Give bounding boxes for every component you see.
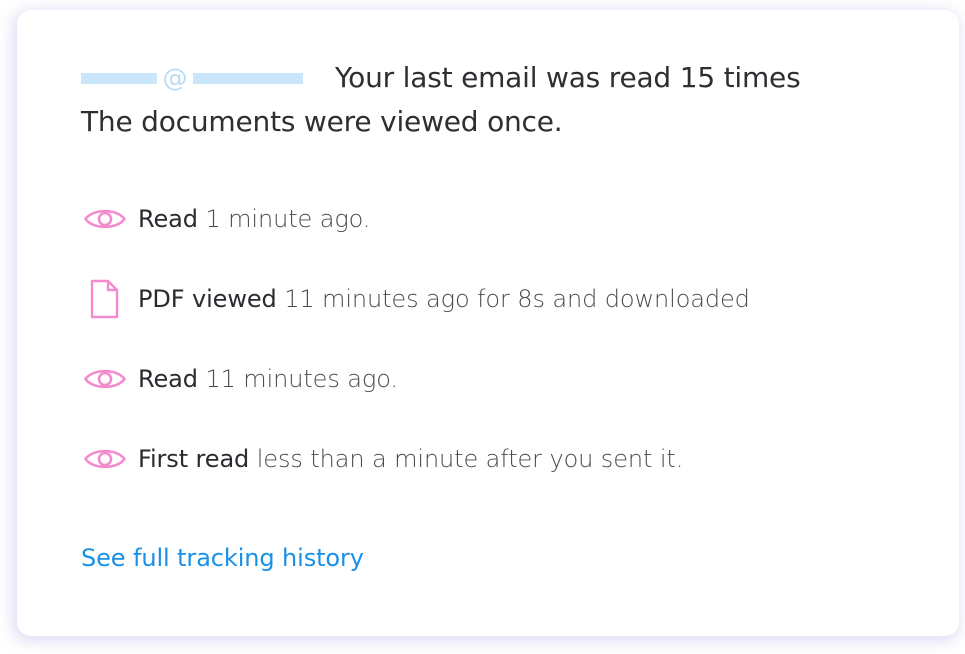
event-verb: Read bbox=[138, 365, 198, 393]
read-count-headline: Your last email was read 15 times bbox=[335, 61, 801, 94]
tracking-events-list: Read 1 minute ago. PDF viewed 11 minutes… bbox=[83, 199, 750, 519]
recipient-address-placeholder: @ bbox=[81, 63, 303, 92]
tracking-card: @ Your last email was read 15 times The … bbox=[17, 10, 959, 636]
event-verb: First read bbox=[138, 445, 250, 473]
event-detail: 11 minutes ago. bbox=[205, 365, 398, 393]
at-symbol: @ bbox=[162, 63, 188, 92]
event-detail: less than a minute after you sent it. bbox=[256, 445, 684, 473]
document-icon bbox=[83, 279, 129, 319]
tracking-event: Read 11 minutes ago. bbox=[83, 359, 750, 399]
full-tracking-history-link[interactable]: See full tracking history bbox=[81, 542, 364, 574]
tracking-event: Read 1 minute ago. bbox=[83, 199, 750, 239]
tracking-header: @ Your last email was read 15 times The … bbox=[81, 58, 941, 142]
event-detail: 11 minutes ago for 8s and downloaded bbox=[284, 285, 750, 313]
tracking-event: PDF viewed 11 minutes ago for 8s and dow… bbox=[83, 279, 750, 319]
event-detail: 1 minute ago. bbox=[205, 205, 371, 233]
tracking-event: First read less than a minute after you … bbox=[83, 439, 750, 479]
eye-icon bbox=[83, 199, 129, 239]
address-bar-left bbox=[81, 73, 157, 84]
documents-viewed-headline: The documents were viewed once. bbox=[81, 105, 563, 138]
headline-row: @ Your last email was read 15 times bbox=[81, 58, 941, 98]
event-verb: Read bbox=[138, 205, 198, 233]
eye-icon bbox=[83, 439, 129, 479]
eye-icon bbox=[83, 359, 129, 399]
address-bar-right bbox=[193, 73, 303, 84]
event-verb: PDF viewed bbox=[138, 285, 277, 313]
